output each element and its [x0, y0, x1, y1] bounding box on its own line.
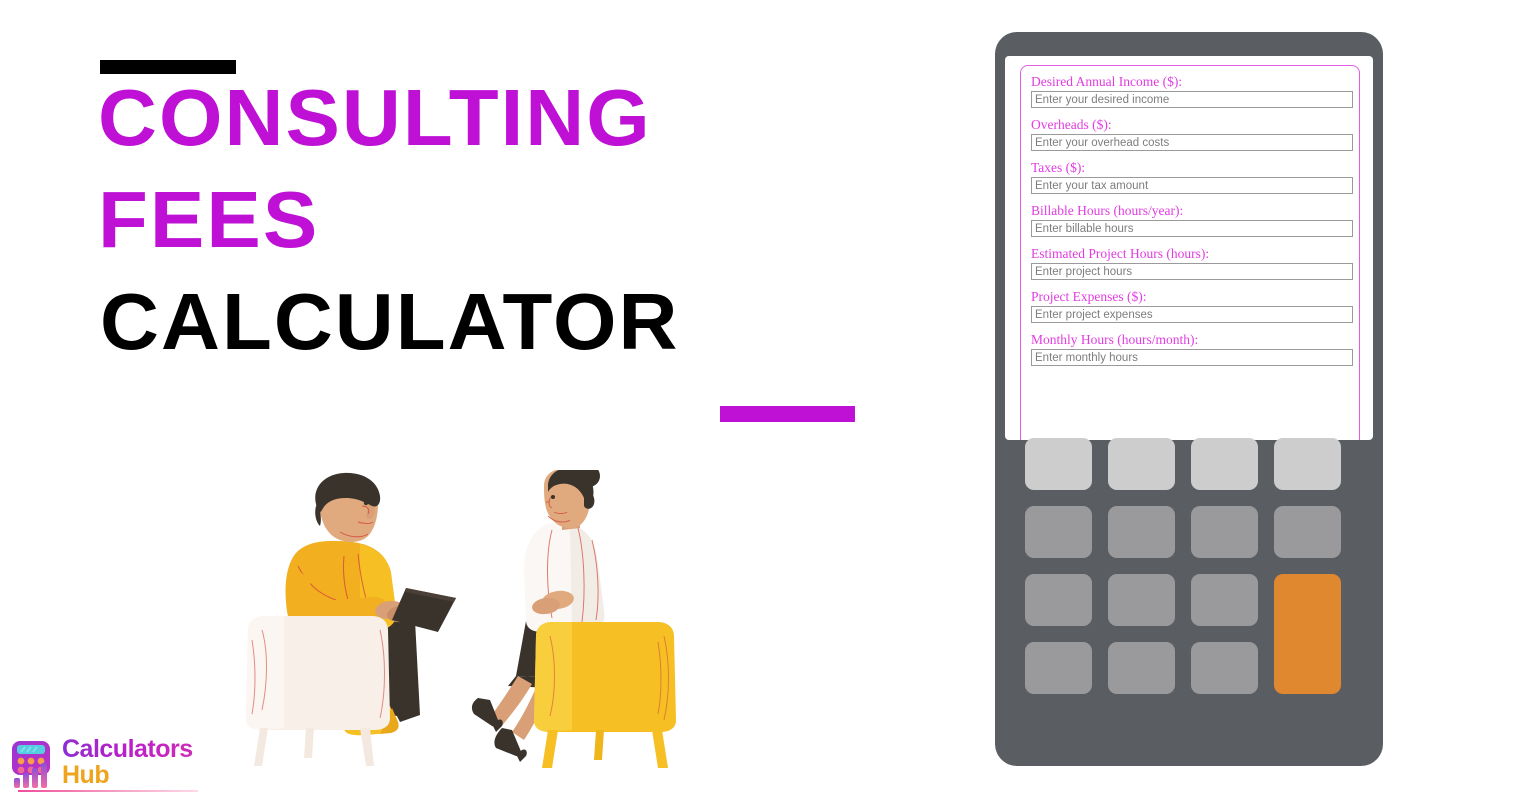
form-field: Estimated Project Hours (hours): — [1031, 246, 1353, 280]
keypad-button[interactable] — [1191, 642, 1258, 694]
logo-underline — [18, 790, 198, 792]
field-label: Monthly Hours (hours/month): — [1031, 332, 1199, 347]
keypad-button[interactable] — [1191, 438, 1258, 490]
form-field: Monthly Hours (hours/month): — [1031, 332, 1353, 366]
form-field: Taxes ($): — [1031, 160, 1353, 194]
form-field: Project Expenses ($): — [1031, 289, 1353, 323]
keypad-button[interactable] — [1025, 438, 1092, 490]
field-label: Overheads ($): — [1031, 117, 1112, 132]
consulting-fees-form: Desired Annual Income ($): Overheads ($):… — [1020, 65, 1360, 440]
field-input[interactable] — [1031, 220, 1353, 237]
keypad-button[interactable] — [1191, 506, 1258, 558]
field-label: Desired Annual Income ($): — [1031, 74, 1183, 89]
field-input[interactable] — [1031, 91, 1353, 108]
calculator-widget: Desired Annual Income ($): Overheads ($):… — [995, 32, 1383, 766]
title-line-1: CONSULTING — [98, 73, 652, 162]
consulting-meeting-illustration — [240, 465, 690, 770]
calculator-bar-chart-icon — [8, 738, 60, 790]
logo-text: Calculators Hub — [62, 736, 193, 788]
calculator-screen: Desired Annual Income ($): Overheads ($):… — [1005, 56, 1373, 440]
logo-word-calculators: Calculators — [62, 735, 193, 763]
title-top-rule — [100, 60, 236, 74]
field-label: Estimated Project Hours (hours): — [1031, 246, 1210, 261]
keypad-button[interactable] — [1025, 574, 1092, 626]
title-bottom-rule — [720, 406, 855, 422]
logo-word-hub: Hub — [62, 761, 110, 789]
form-field: Desired Annual Income ($): — [1031, 74, 1353, 108]
keypad-button[interactable] — [1025, 506, 1092, 558]
keypad-button[interactable] — [1274, 506, 1341, 558]
keypad-button[interactable] — [1108, 506, 1175, 558]
calculator-keypad — [1025, 438, 1341, 738]
keypad-button[interactable] — [1108, 574, 1175, 626]
title-line-3: CALCULATOR — [100, 277, 680, 366]
field-label: Taxes ($): — [1031, 160, 1086, 175]
field-input[interactable] — [1031, 349, 1353, 366]
field-label: Billable Hours (hours/year): — [1031, 203, 1184, 218]
title-line-2: FEES — [98, 175, 320, 264]
field-label: Project Expenses ($): — [1031, 289, 1147, 304]
field-input[interactable] — [1031, 177, 1353, 194]
page-root: CONSULTING FEES CALCULATOR Calculators H… — [0, 0, 1520, 800]
keypad-button[interactable] — [1191, 574, 1258, 626]
field-input[interactable] — [1031, 134, 1353, 151]
field-input[interactable] — [1031, 306, 1353, 323]
keypad-button[interactable] — [1108, 642, 1175, 694]
form-field: Overheads ($): — [1031, 117, 1353, 151]
keypad-button[interactable] — [1274, 438, 1341, 490]
field-input[interactable] — [1031, 263, 1353, 280]
page-title: CONSULTING FEES CALCULATOR — [98, 60, 898, 422]
form-field: Billable Hours (hours/year): — [1031, 203, 1353, 237]
keypad-equals-button[interactable] — [1274, 574, 1341, 694]
calculators-hub-logo[interactable]: Calculators Hub — [8, 736, 208, 796]
keypad-button[interactable] — [1025, 642, 1092, 694]
keypad-button[interactable] — [1108, 438, 1175, 490]
